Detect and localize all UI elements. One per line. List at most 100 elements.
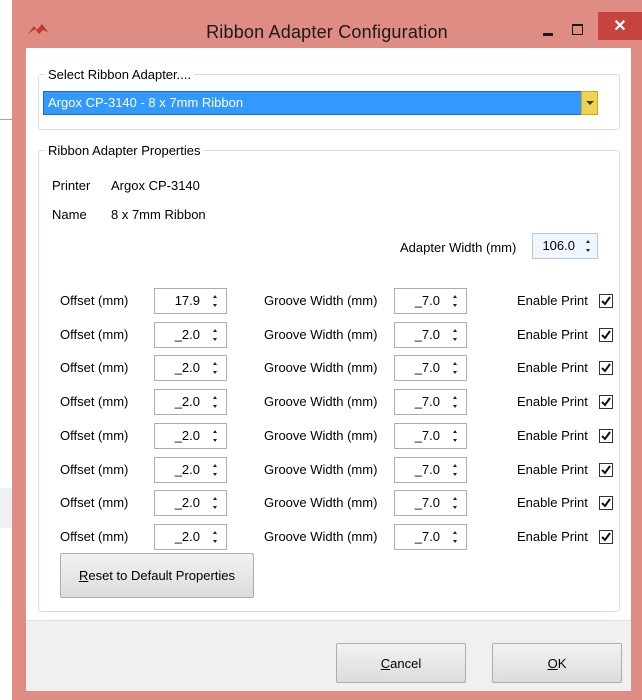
enable-print-label: Enable Print [517, 462, 588, 477]
adapter-properties-legend: Ribbon Adapter Properties [45, 143, 204, 158]
ok-mnemonic: O [547, 655, 558, 671]
spin-arrows-icon[interactable] [210, 529, 220, 545]
offset-spinner[interactable]: 17.9 [154, 288, 227, 314]
adapter-width-value: 106.0 [542, 238, 575, 253]
checkmark-icon [601, 532, 611, 542]
groove-width-value: _7.0 [414, 428, 440, 443]
groove-width-spinner[interactable]: _7.0 [394, 524, 467, 550]
ok-label: K [557, 655, 567, 671]
reset-mnemonic: R [78, 568, 89, 583]
background-divider [0, 119, 12, 120]
offset-label: Offset (mm) [60, 394, 129, 409]
spin-arrows-icon[interactable] [450, 529, 460, 545]
dialog-client-area: Select Ribbon Adapter.... Argox CP-3140 … [26, 48, 631, 620]
ok-button[interactable]: OK [492, 643, 622, 683]
spin-arrows-icon[interactable] [210, 360, 220, 376]
adapter-width-label: Adapter Width (mm) [400, 240, 517, 255]
groove-width-value: _7.0 [414, 529, 440, 544]
enable-print-checkbox[interactable] [599, 530, 613, 544]
enable-print-checkbox[interactable] [599, 294, 613, 308]
reset-defaults-button[interactable]: Reset to Default Properties [60, 553, 254, 598]
dialog-footer: Cancel OK [26, 620, 631, 691]
printer-label: Printer [52, 178, 91, 193]
groove-width-value: _7.0 [414, 327, 440, 342]
offset-value: _2.0 [174, 462, 200, 477]
offset-value: _2.0 [174, 360, 200, 375]
checkmark-icon [601, 431, 611, 441]
groove-width-spinner[interactable]: _7.0 [394, 457, 467, 483]
enable-print-checkbox[interactable] [599, 328, 613, 342]
close-icon[interactable]: ✕ [598, 12, 642, 40]
groove-width-label: Groove Width (mm) [264, 293, 378, 308]
enable-print-checkbox[interactable] [599, 361, 613, 375]
groove-width-spinner[interactable]: _7.0 [394, 355, 467, 381]
offset-label: Offset (mm) [60, 529, 129, 544]
spin-arrows-icon[interactable] [210, 394, 220, 410]
adapter-dropdown-value: Argox CP-3140 - 8 x 7mm Ribbon [48, 95, 244, 110]
minimize-icon[interactable] [535, 20, 561, 40]
spin-arrows-icon[interactable] [210, 327, 220, 343]
enable-print-label: Enable Print [517, 529, 588, 544]
groove-width-spinner[interactable]: _7.0 [394, 322, 467, 348]
groove-width-value: _7.0 [414, 462, 440, 477]
groove-width-spinner[interactable]: _7.0 [394, 389, 467, 415]
spin-arrows-icon[interactable] [450, 495, 460, 511]
maximize-icon[interactable] [564, 20, 590, 40]
checkmark-icon [601, 296, 611, 306]
spin-arrows-icon[interactable] [210, 495, 220, 511]
offset-value: 17.9 [174, 293, 200, 308]
groove-width-label: Groove Width (mm) [264, 428, 378, 443]
enable-print-checkbox[interactable] [599, 463, 613, 477]
offset-label: Offset (mm) [60, 360, 129, 375]
groove-width-value: _7.0 [414, 293, 440, 308]
groove-width-label: Groove Width (mm) [264, 462, 378, 477]
dropdown-arrow-icon[interactable] [581, 91, 598, 115]
offset-spinner[interactable]: _2.0 [154, 457, 227, 483]
groove-width-spinner[interactable]: _7.0 [394, 490, 467, 516]
cancel-mnemonic: C [380, 655, 391, 671]
spin-arrows-icon[interactable] [450, 394, 460, 410]
offset-spinner[interactable]: _2.0 [154, 490, 227, 516]
spin-arrows-icon[interactable] [450, 293, 460, 309]
checkmark-icon [601, 363, 611, 373]
spin-arrows-icon[interactable] [210, 462, 220, 478]
spin-arrows-icon[interactable] [450, 327, 460, 343]
offset-value: _2.0 [174, 495, 200, 510]
groove-width-label: Groove Width (mm) [264, 529, 378, 544]
groove-width-value: _7.0 [414, 360, 440, 375]
offset-label: Offset (mm) [60, 462, 129, 477]
adapter-width-spinner[interactable]: 106.0 [532, 233, 598, 259]
groove-width-spinner[interactable]: _7.0 [394, 288, 467, 314]
spin-arrows-icon[interactable] [210, 428, 220, 444]
enable-print-checkbox[interactable] [599, 429, 613, 443]
groove-width-value: _7.0 [414, 495, 440, 510]
offset-spinner[interactable]: _2.0 [154, 524, 227, 550]
background-panel [0, 488, 12, 528]
groove-width-spinner[interactable]: _7.0 [394, 423, 467, 449]
offset-label: Offset (mm) [60, 495, 129, 510]
spin-arrows-icon[interactable] [450, 428, 460, 444]
offset-label: Offset (mm) [60, 293, 129, 308]
adapter-dropdown[interactable]: Argox CP-3140 - 8 x 7mm Ribbon [43, 91, 598, 115]
offset-value: _2.0 [174, 428, 200, 443]
checkmark-icon [601, 498, 611, 508]
name-value: 8 x 7mm Ribbon [111, 207, 206, 222]
spin-arrows-icon[interactable] [450, 462, 460, 478]
offset-spinner[interactable]: _2.0 [154, 355, 227, 381]
groove-width-label: Groove Width (mm) [264, 360, 378, 375]
checkmark-icon [601, 330, 611, 340]
enable-print-label: Enable Print [517, 293, 588, 308]
spin-arrows-icon[interactable] [450, 360, 460, 376]
offset-value: _2.0 [174, 529, 200, 544]
spin-arrows-icon[interactable] [210, 293, 220, 309]
name-label: Name [52, 207, 87, 222]
enable-print-checkbox[interactable] [599, 395, 613, 409]
enable-print-label: Enable Print [517, 428, 588, 443]
cancel-button[interactable]: Cancel [336, 643, 466, 683]
enable-print-label: Enable Print [517, 495, 588, 510]
offset-spinner[interactable]: _2.0 [154, 423, 227, 449]
offset-spinner[interactable]: _2.0 [154, 389, 227, 415]
enable-print-checkbox[interactable] [599, 496, 613, 510]
spin-arrows-icon[interactable] [583, 238, 593, 254]
offset-spinner[interactable]: _2.0 [154, 322, 227, 348]
